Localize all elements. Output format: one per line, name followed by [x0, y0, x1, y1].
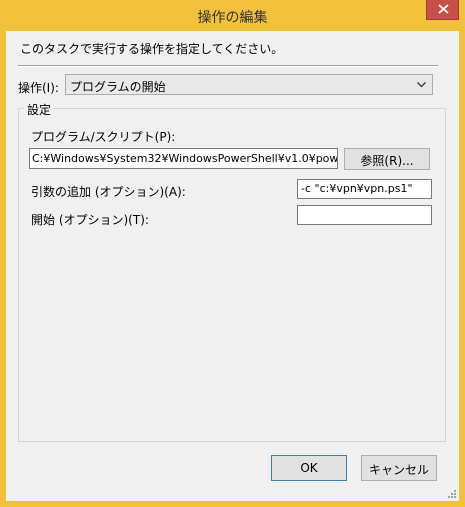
separator: [18, 65, 438, 67]
edit-action-dialog: 操作の編集 このタスクで実行する操作を指定してください。 操作(I): プログラ…: [0, 0, 465, 507]
close-icon: [438, 4, 449, 14]
browse-button[interactable]: 参照(R)...: [344, 148, 430, 170]
action-select-value: プログラムの開始: [70, 80, 166, 94]
window-title: 操作の編集: [197, 10, 268, 26]
program-input[interactable]: C:¥Windows¥System32¥WindowsPowerShell¥v1…: [29, 148, 338, 169]
dialog-body: このタスクで実行する操作を指定してください。 操作(I): プログラムの開始 設…: [6, 31, 459, 501]
cancel-button[interactable]: キャンセル: [361, 455, 437, 481]
start-in-label: 開始 (オプション)(T):: [31, 213, 149, 227]
close-button[interactable]: [426, 0, 459, 20]
arguments-input[interactable]: -c "c:¥vpn¥vpn.ps1": [297, 179, 432, 199]
instruction-text: このタスクで実行する操作を指定してください。: [20, 42, 284, 56]
chevron-down-icon: [417, 82, 426, 88]
start-in-input[interactable]: [297, 205, 432, 225]
settings-group-label: 設定: [24, 101, 55, 118]
program-label: プログラム/スクリプト(P):: [31, 130, 176, 144]
title-bar[interactable]: 操作の編集: [0, 0, 465, 31]
ok-button[interactable]: OK: [271, 455, 347, 481]
action-label: 操作(I):: [18, 81, 59, 95]
arguments-label: 引数の追加 (オプション)(A):: [31, 185, 186, 199]
resize-grip-icon[interactable]: [447, 489, 457, 499]
action-select[interactable]: プログラムの開始: [65, 74, 433, 95]
